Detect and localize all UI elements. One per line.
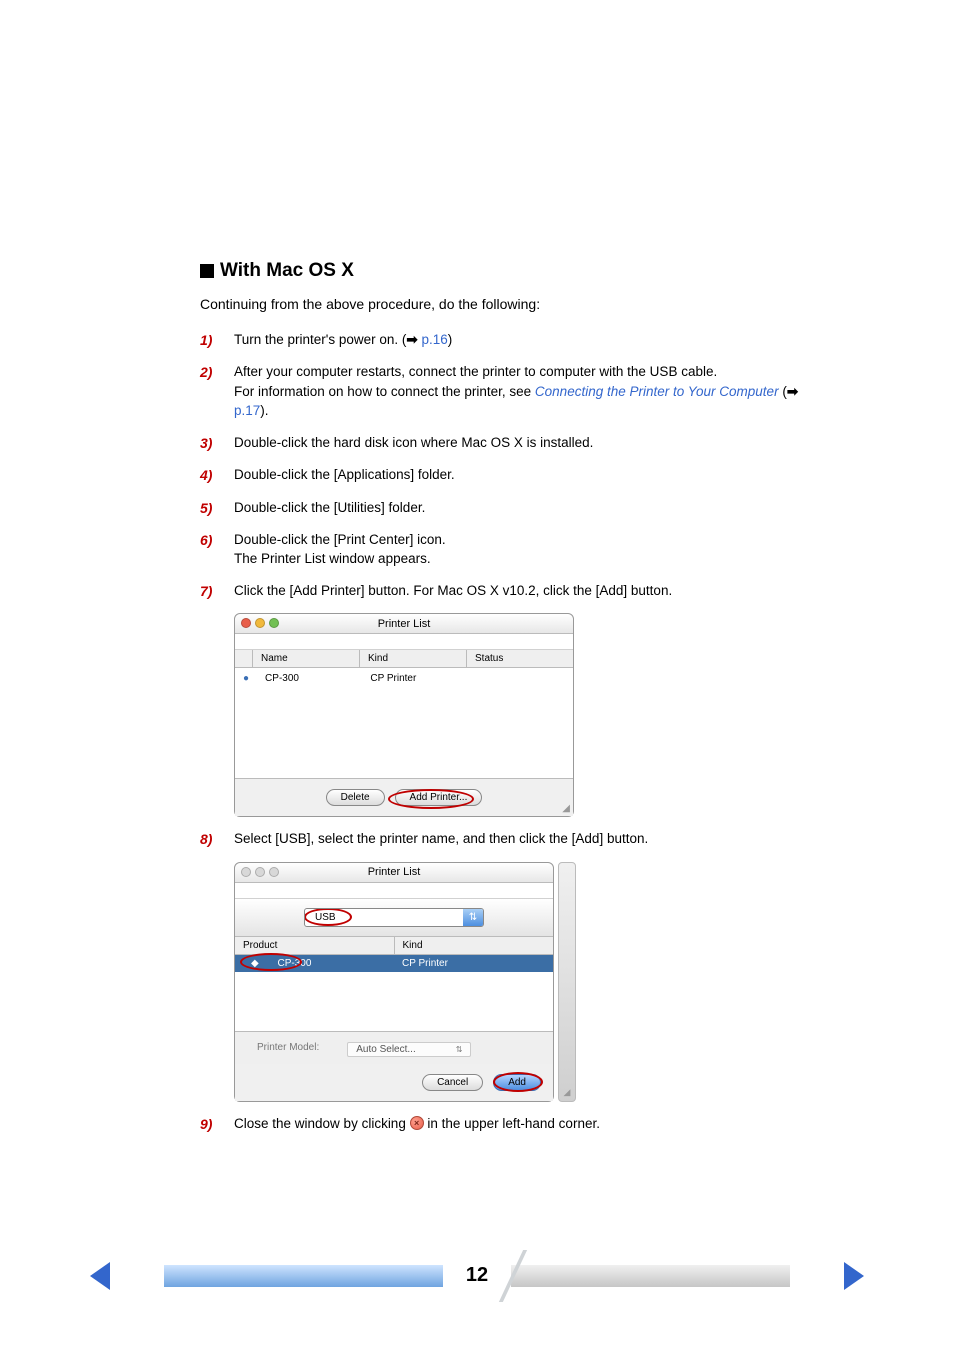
col-product[interactable]: Product [235,937,395,954]
step-3: 3) Double-click the hard disk icon where… [200,433,804,453]
step-number: 8) [200,829,234,849]
heading-text: With Mac OS X [220,260,354,282]
step-1: 1) Turn the printer's power on. (➡ p.16) [200,330,804,350]
step-number: 9) [200,1114,234,1134]
step-number: 1) [200,330,234,350]
window-footer: Cancel Add [235,1064,553,1101]
toolbar-row [235,883,553,899]
window-footer: Delete Add Printer... [235,779,573,816]
step-body: Double-click the [Applications] folder. [234,465,804,485]
cell-kind: CP Printer [362,671,467,686]
zoom-icon[interactable] [269,618,279,628]
step-body: Double-click the hard disk icon where Ma… [234,433,804,453]
step-body: Turn the printer's power on. (➡ p.16) [234,330,804,350]
col-status[interactable]: Status [467,650,573,667]
minimize-icon [255,867,265,877]
page-number-wrap: 12 [443,1264,511,1287]
step-9: 9) Close the window by clicking × in the… [200,1114,804,1134]
page-number: 12 [466,1264,488,1287]
printer-model-select[interactable]: Auto Select... ⇅ [347,1042,471,1057]
col-kind[interactable]: Kind [395,937,554,954]
cell-product: ◆ CP-300 [235,955,394,972]
intro-paragraph: Continuing from the above procedure, do … [200,296,804,312]
close-icon [241,867,251,877]
window-titlebar: Printer List [235,614,573,634]
step-5: 5) Double-click the [Utilities] folder. [200,498,804,518]
step-body: Select [USB], select the printer name, a… [234,829,804,849]
column-headers: Name Kind Status [235,650,573,668]
model-value: Auto Select... [356,1044,415,1055]
printer-model-row: Printer Model: Auto Select... ⇅ [235,1032,553,1064]
page-link[interactable]: p.17 [234,403,260,418]
step-number: 3) [200,433,234,453]
cross-ref-link[interactable]: Connecting the Printer to Your Computer [535,384,779,399]
section-heading: With Mac OS X [200,260,804,282]
step-list: 1) Turn the printer's power on. (➡ p.16)… [200,330,804,601]
default-indicator-icon: ● [235,671,257,686]
step-number: 2) [200,362,234,382]
model-label: Printer Model: [257,1042,319,1057]
zoom-icon [269,867,279,877]
connection-dropdown-bar: USB ⇅ [235,899,553,936]
dropdown-value: USB [305,909,463,926]
minimize-icon[interactable] [255,618,265,628]
nav-bar-right [511,1265,790,1287]
step-number: 6) [200,530,234,550]
connection-type-select[interactable]: USB ⇅ [304,908,484,927]
window-title: Printer List [378,618,431,630]
toolbar-row [235,634,573,650]
step-body: Close the window by clicking × in the up… [234,1114,804,1134]
step-list-continued: 8) Select [USB], select the printer name… [200,829,804,849]
column-headers: Product Kind [235,936,553,955]
step-number: 4) [200,465,234,485]
list-area [235,972,553,1032]
col-kind[interactable]: Kind [360,650,467,667]
add-button[interactable]: Add [493,1074,541,1091]
resize-handle-icon: ◢ [564,1087,571,1098]
step-8: 8) Select [USB], select the printer name… [200,829,804,849]
step-body: Double-click the [Utilities] folder. [234,498,804,518]
step-number: 5) [200,498,234,518]
page-footer-nav: 12 [0,1246,954,1306]
step-4: 4) Double-click the [Applications] folde… [200,465,804,485]
table-row-selected[interactable]: ◆ CP-300 CP Printer [235,955,553,972]
step-body: Double-click the [Print Center] icon. Th… [234,530,804,569]
step-number: 7) [200,581,234,601]
resize-handle-icon[interactable]: ◢ [562,803,570,814]
list-area [235,689,573,779]
cell-name: CP-300 [257,671,362,686]
step-2: 2) After your computer restarts, connect… [200,362,804,421]
heading-bullet-icon [200,264,214,278]
col-name[interactable]: Name [253,650,360,667]
cancel-button[interactable]: Cancel [422,1074,483,1091]
window-titlebar: Printer List [235,863,553,883]
col-marker [235,650,253,667]
arrow-icon: ➡ [787,384,798,399]
cell-kind: CP Printer [394,955,553,972]
chevron-updown-icon: ⇅ [463,909,483,926]
cell-status [468,671,573,686]
printer-list-window-screenshot: Printer List Name Kind Status ● CP-300 C… [234,613,804,817]
next-page-button[interactable] [844,1262,864,1290]
close-window-icon: × [410,1116,424,1130]
close-icon[interactable] [241,618,251,628]
add-printer-button[interactable]: Add Printer... [395,789,483,806]
step-7: 7) Click the [Add Printer] button. For M… [200,581,804,601]
arrow-icon: ➡ [406,332,417,347]
add-printer-window-screenshot: Printer List USB ⇅ Product Kind ◆ C [234,862,804,1102]
step-body: Click the [Add Printer] button. For Mac … [234,581,804,601]
chevron-updown-icon: ⇅ [456,1045,463,1054]
page-link[interactable]: p.16 [421,332,447,347]
delete-button[interactable]: Delete [326,789,385,806]
background-window-edge: ◢ [558,862,576,1102]
step-list-end: 9) Close the window by clicking × in the… [200,1114,804,1134]
prev-page-button[interactable] [90,1262,110,1290]
window-title: Printer List [368,866,421,878]
nav-bar-left [164,1265,443,1287]
table-row[interactable]: ● CP-300 CP Printer [235,668,573,689]
step-6: 6) Double-click the [Print Center] icon.… [200,530,804,569]
step-body: After your computer restarts, connect th… [234,362,804,421]
